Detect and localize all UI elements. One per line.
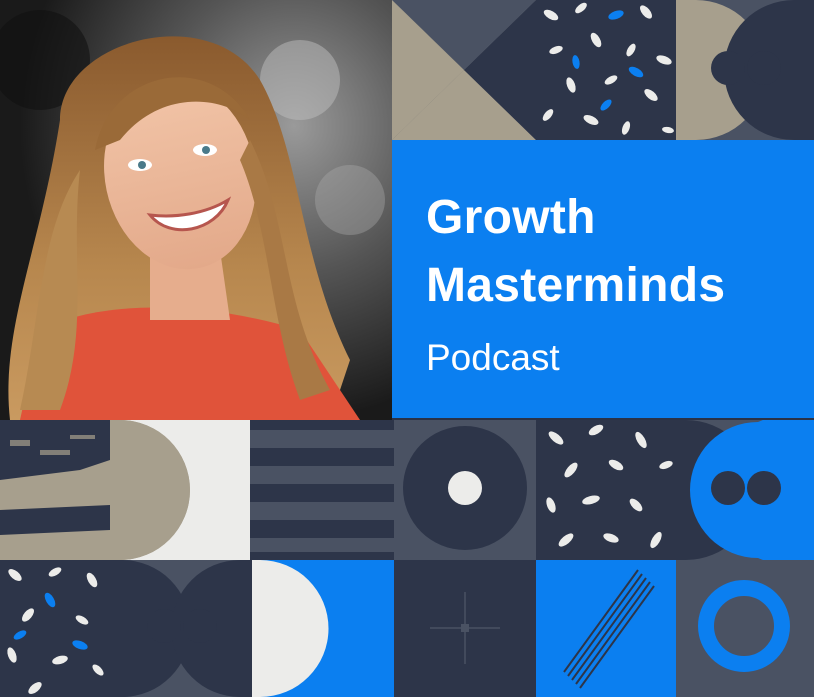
stripes-tile (250, 420, 394, 560)
podcast-title-line1: Growth (426, 191, 596, 244)
double-circle-slate-tile (110, 560, 252, 697)
half-circle-dots-tile (676, 0, 814, 140)
crosshair-tile (394, 560, 536, 697)
distressed-texture-tile (0, 420, 110, 560)
half-circle-cream-blue-tile (252, 560, 394, 697)
podcast-cover: Growth Masterminds Podcast (0, 0, 814, 697)
target-circle-tile (394, 420, 536, 560)
host-portrait-photo (0, 0, 392, 420)
half-circle-blue-dots-tile (676, 420, 814, 560)
ring-tile (676, 560, 814, 697)
speckle-pattern-tile-2 (536, 420, 676, 560)
speckle-pattern-tile-3 (0, 560, 110, 697)
diagonal-lines-tile (536, 560, 676, 697)
half-circle-beige-tile (110, 420, 250, 560)
speckle-pattern-tile (536, 0, 676, 140)
podcast-subtitle: Podcast (426, 337, 560, 378)
triangle-pattern-tile (392, 0, 536, 140)
podcast-title-line2: Masterminds (426, 259, 726, 312)
title-panel: Growth Masterminds Podcast (392, 140, 814, 418)
